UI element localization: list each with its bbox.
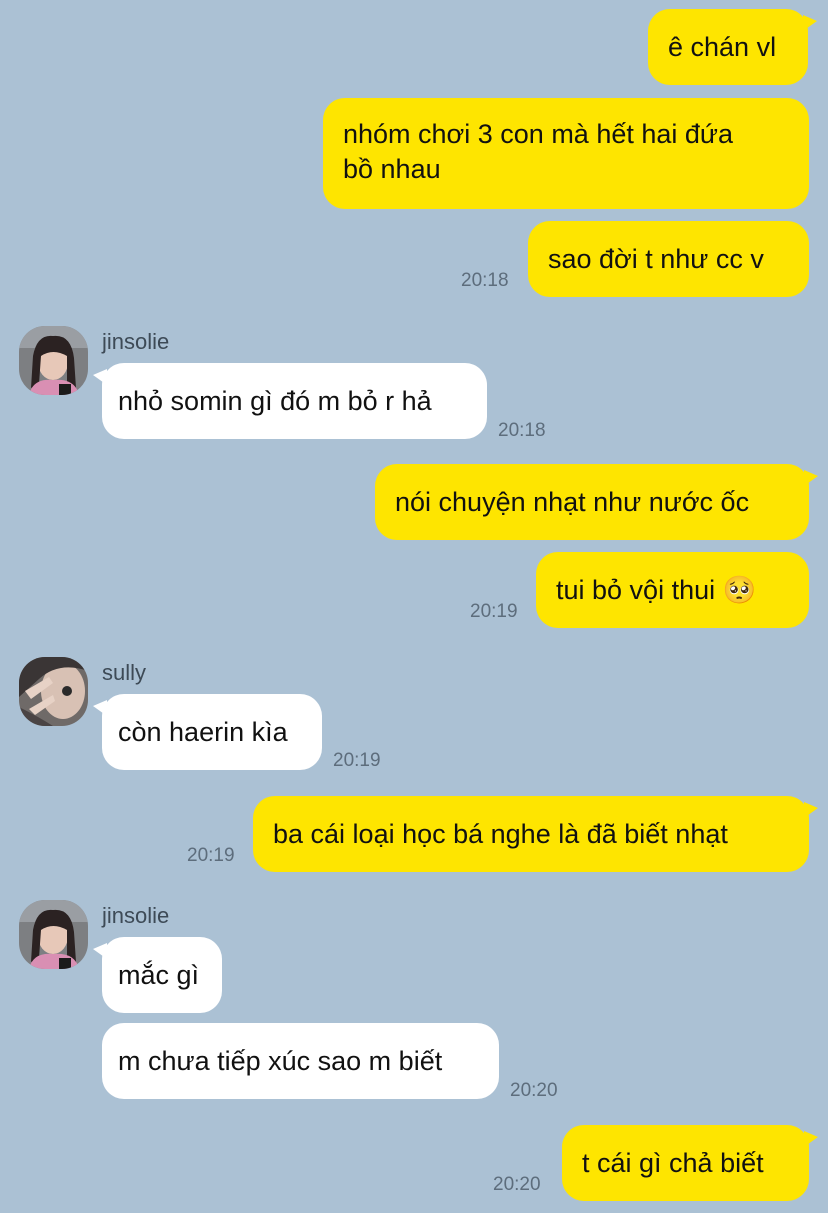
message-bubble-outgoing[interactable]: t cái gì chả biết — [562, 1125, 818, 1201]
message-timestamp: 20:19 — [470, 601, 518, 622]
message-bubble-incoming[interactable]: còn haerin kìa — [93, 694, 322, 770]
message-bubble-outgoing[interactable]: tui bỏ vội thui 🥺 — [536, 552, 809, 628]
message-bubble-outgoing[interactable]: nhóm chơi 3 con mà hết hai đứa bồ nhau — [323, 98, 809, 209]
avatar[interactable] — [19, 900, 88, 969]
message-bubble-outgoing[interactable]: ba cái loại học bá nghe là đã biết nhạt — [253, 796, 818, 872]
message-timestamp: 20:18 — [461, 270, 509, 291]
avatar[interactable] — [19, 326, 88, 395]
sender-name: jinsolie — [102, 903, 170, 928]
avatar-jinsolie-image — [19, 900, 88, 969]
sender-name: jinsolie — [102, 329, 170, 354]
avatar-jinsolie-image — [19, 326, 88, 395]
message-timestamp: 20:20 — [493, 1174, 541, 1195]
message-bubble-incoming[interactable]: mắc gì — [93, 937, 222, 1013]
message-bubble-outgoing[interactable]: nói chuyện nhạt như nước ốc — [375, 464, 818, 540]
message-bubble-outgoing[interactable]: ê chán vl — [648, 9, 817, 85]
message-timestamp: 20:20 — [510, 1080, 558, 1101]
message-bubble-incoming[interactable]: nhỏ somin gì đó m bỏ r hả — [93, 363, 487, 439]
message-timestamp: 20:19 — [333, 750, 381, 771]
message-bubble-incoming[interactable]: m chưa tiếp xúc sao m biết — [102, 1023, 499, 1099]
avatar[interactable] — [19, 657, 88, 726]
message-bubble-outgoing[interactable]: sao đời t như cc v — [528, 221, 809, 297]
avatar-sully-image — [19, 657, 88, 726]
sender-name: sully — [102, 660, 147, 685]
message-timestamp: 20:18 — [498, 420, 546, 441]
message-timestamp: 20:19 — [187, 845, 235, 866]
